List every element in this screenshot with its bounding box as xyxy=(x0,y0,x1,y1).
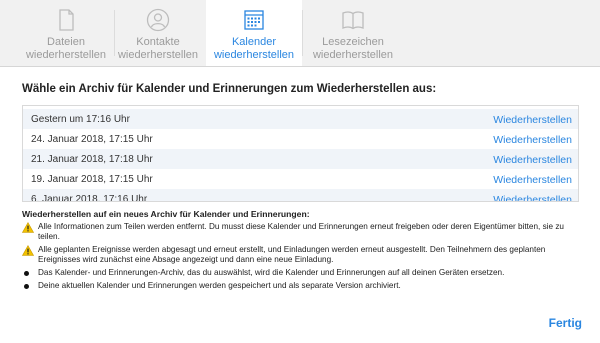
document-icon xyxy=(59,9,74,31)
tab-contacts[interactable]: Kontakte wiederherstellen xyxy=(109,0,207,66)
tab-divider xyxy=(302,10,303,56)
restore-button[interactable]: Wiederherstellen xyxy=(493,170,572,190)
restore-info: Wiederherstellen auf ein neues Archiv fü… xyxy=(22,209,582,293)
info-item-text: Deine aktuellen Kalender und Erinnerunge… xyxy=(38,280,401,290)
book-icon xyxy=(342,11,364,30)
tab-calendars-label: Kalender wiederherstellen xyxy=(213,36,295,61)
info-item-text: Alle Informationen zum Teilen werden ent… xyxy=(38,221,564,242)
bullet-icon xyxy=(24,270,29,276)
archive-row: 19. Januar 2018, 17:15 Uhr Wiederherstel… xyxy=(23,169,578,189)
archive-date: 19. Januar 2018, 17:15 Uhr xyxy=(31,174,153,185)
archive-heading: Wähle ein Archiv für Kalender und Erinne… xyxy=(22,83,437,95)
tab-contacts-label: Kontakte wiederherstellen xyxy=(117,36,199,61)
info-item: Das Kalender- und Erinnerungen-Archiv, d… xyxy=(22,268,582,279)
info-item: Alle geplanten Ereignisse werden abgesag… xyxy=(22,244,582,266)
info-item-text: Alle geplanten Ereignisse werden abgesag… xyxy=(38,244,546,265)
bullet-icon xyxy=(24,283,29,289)
restore-button[interactable]: Wiederherstellen xyxy=(493,190,572,201)
info-item-text: Das Kalender- und Erinnerungen-Archiv, d… xyxy=(38,267,505,277)
info-item: Alle Informationen zum Teilen werden ent… xyxy=(22,221,582,243)
done-button[interactable]: Fertig xyxy=(549,316,582,330)
restore-button[interactable]: Wiederherstellen xyxy=(493,150,572,170)
archive-row: 24. Januar 2018, 17:15 Uhr Wiederherstel… xyxy=(23,129,578,149)
tab-files[interactable]: Dateien wiederherstellen xyxy=(17,0,115,66)
archive-list[interactable]: Gestern um 17:16 Uhr Wiederherstellen 24… xyxy=(22,105,579,202)
calendar-icon xyxy=(244,10,264,30)
tab-files-label: Dateien wiederherstellen xyxy=(25,36,107,61)
archive-row: 21. Januar 2018, 17:18 Uhr Wiederherstel… xyxy=(23,149,578,169)
tab-bookmarks-label: Lesezeichen wiederherstellen xyxy=(312,36,394,61)
info-title: Wiederherstellen auf ein neues Archiv fü… xyxy=(22,209,310,219)
archive-date: 21. Januar 2018, 17:18 Uhr xyxy=(31,154,153,165)
tab-calendars[interactable]: Kalender wiederherstellen xyxy=(206,0,302,66)
contact-icon xyxy=(146,8,170,32)
archive-date: 24. Januar 2018, 17:15 Uhr xyxy=(31,134,153,145)
archive-row: Gestern um 17:16 Uhr Wiederherstellen xyxy=(23,109,578,129)
info-item: Deine aktuellen Kalender und Erinnerunge… xyxy=(22,281,582,292)
archive-row: 6. Januar 2018, 17:16 Uhr Wiederherstell… xyxy=(23,189,578,202)
warning-icon xyxy=(22,221,34,233)
tab-bookmarks[interactable]: Lesezeichen wiederherstellen xyxy=(304,0,402,66)
restore-button[interactable]: Wiederherstellen xyxy=(493,130,572,150)
restore-button[interactable]: Wiederherstellen xyxy=(493,110,572,130)
warning-icon xyxy=(22,244,34,256)
archive-date: 6. Januar 2018, 17:16 Uhr xyxy=(31,194,148,202)
archive-date: Gestern um 17:16 Uhr xyxy=(31,114,130,125)
tab-bar: Dateien wiederherstellen Kontakte wieder… xyxy=(0,0,600,67)
